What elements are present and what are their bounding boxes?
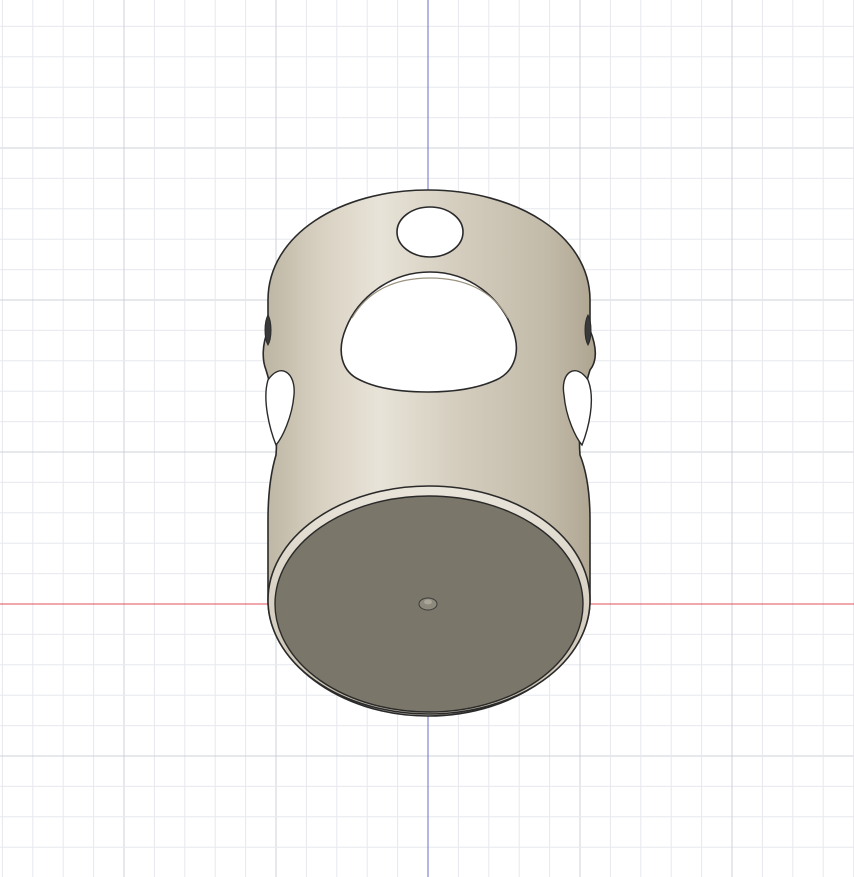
right-upper-slot <box>584 313 592 347</box>
viewport-canvas[interactable] <box>0 0 854 877</box>
top-round-hole <box>396 206 464 258</box>
left-upper-slot <box>264 313 272 347</box>
origin-point-icon[interactable] <box>418 597 438 611</box>
3d-viewport[interactable] <box>0 0 854 877</box>
cylinder-model[interactable] <box>262 189 597 717</box>
